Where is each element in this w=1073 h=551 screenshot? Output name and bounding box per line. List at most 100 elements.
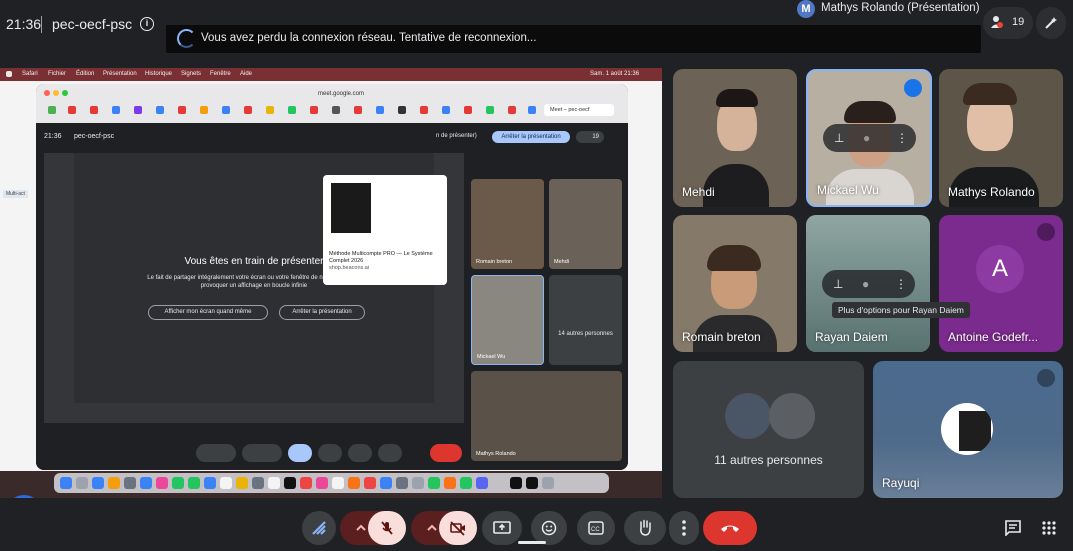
tab-favicon xyxy=(266,106,274,114)
participant-tile-rayuqi[interactable]: Rayuqi xyxy=(873,361,1063,498)
assistant-bot-icon xyxy=(6,495,42,498)
companion-icon xyxy=(312,521,326,535)
meeting-code: pec-oecf-psc xyxy=(52,16,133,32)
dock-app-icon xyxy=(252,477,264,489)
speaking-indicator-icon xyxy=(904,79,922,97)
chat-button[interactable] xyxy=(998,511,1028,545)
tab-favicon xyxy=(354,106,362,114)
tab-preview-title: Méthode Multicompte PRO — Le Système Com… xyxy=(329,251,433,264)
more-vert-icon[interactable]: ⋮ xyxy=(896,131,908,145)
host-controls-button[interactable] xyxy=(1036,7,1066,39)
dock-app-icon xyxy=(124,477,136,489)
camera-off-button[interactable] xyxy=(439,511,477,545)
dock-app-icon xyxy=(428,477,440,489)
menu-item: Safari xyxy=(22,71,38,77)
overlay-stop-presenting-button: Arrêter la présentation xyxy=(279,305,365,320)
divider xyxy=(41,16,42,33)
presenter-avatar: M xyxy=(797,0,815,18)
menu-item: Fenêtre xyxy=(210,71,231,77)
participant-tile-mehdi[interactable]: Mehdi xyxy=(673,69,797,207)
companion-button[interactable] xyxy=(302,511,336,545)
participant-tile-others[interactable]: 11 autres personnes xyxy=(673,361,864,498)
chevron-up-icon[interactable] xyxy=(427,523,437,533)
close-icon xyxy=(44,90,50,96)
more-vert-icon[interactable]: ⋮ xyxy=(895,277,907,291)
tab-favicon xyxy=(222,106,230,114)
tab-favicon xyxy=(310,106,318,114)
others-count: 11 autres personnes xyxy=(714,453,823,467)
mac-menubar: Safari Fichier Édition Présentation Hist… xyxy=(0,68,662,81)
tab-favicon xyxy=(178,106,186,114)
more-vert-icon xyxy=(682,520,686,536)
inner-meeting-code: pec-oecf-psc xyxy=(74,133,115,140)
dock-app-icon xyxy=(412,477,424,489)
tab-preview-site: shop.beacons.ai xyxy=(329,265,370,271)
dock-app-icon xyxy=(526,477,538,489)
raise-hand-button[interactable] xyxy=(624,511,666,545)
raise-hand-icon xyxy=(640,519,651,536)
participant-tile-mickael[interactable]: ⊥ ● ⋮ Mickael Wu xyxy=(806,69,932,207)
dock-app-icon xyxy=(444,477,456,489)
shared-screen: Safari Fichier Édition Présentation Hist… xyxy=(0,68,662,498)
tab-preview-card: Méthode Multicompte PRO — Le Système Com… xyxy=(323,175,447,285)
menu-item: Édition xyxy=(76,71,95,77)
participant-name: Romain breton xyxy=(682,330,761,344)
emoji-button[interactable] xyxy=(531,511,567,545)
inner-tile-mathys: Mathys Rolando xyxy=(471,371,622,461)
captions-button[interactable]: CC xyxy=(577,511,615,545)
background-tab: Multi-act xyxy=(3,190,28,198)
tile-hover-controls: ⊥ ● ⋮ xyxy=(822,270,915,298)
network-banner-text: Vous avez perdu la connexion réseau. Ten… xyxy=(201,32,537,44)
participant-name: Rayuqi xyxy=(882,476,920,490)
inner-mic-button xyxy=(196,444,236,462)
dock-app-icon xyxy=(268,477,280,489)
participant-tile-rayan[interactable]: ⊥ ● ⋮ Rayan Daiem xyxy=(806,215,930,352)
pin-icon[interactable]: ⊥ xyxy=(834,131,844,145)
tab-favicon xyxy=(134,106,142,114)
captions-icon: CC xyxy=(588,521,604,535)
people-button[interactable]: 19 xyxy=(983,7,1033,39)
dock-app-icon xyxy=(476,477,488,489)
mic-icon[interactable]: ● xyxy=(863,131,870,145)
menu-item: Signets xyxy=(181,71,202,77)
dock-app-icon xyxy=(364,477,376,489)
pin-icon[interactable]: ⊥ xyxy=(833,277,843,291)
info-icon[interactable]: i xyxy=(140,17,154,31)
present-icon xyxy=(493,521,511,534)
menu-item: Historique xyxy=(145,71,173,77)
tab-favicon xyxy=(48,106,56,114)
tab-favicon xyxy=(442,106,450,114)
dock-app-icon xyxy=(300,477,312,489)
mic-off-button[interactable] xyxy=(368,511,406,545)
inner-emoji-button xyxy=(318,444,342,462)
participant-name: Rayan Daiem xyxy=(815,330,888,344)
dock-app-icon xyxy=(188,477,200,489)
participant-tile-romain[interactable]: Romain breton xyxy=(673,215,797,352)
chevron-up-icon[interactable] xyxy=(356,523,366,533)
presenter-name: Mathys Rolando (Présentation) xyxy=(821,2,980,14)
dock-app-icon xyxy=(140,477,152,489)
camera-off-icon xyxy=(450,521,465,536)
mic-icon[interactable]: ● xyxy=(862,277,869,291)
clock: 21:36 xyxy=(6,16,42,32)
tab-favicon xyxy=(376,106,384,114)
show-screen-anyway-button: Afficher mon écran quand même xyxy=(148,305,268,320)
present-button[interactable] xyxy=(482,511,522,545)
menu-item: Fichier xyxy=(48,71,67,77)
people-icon xyxy=(991,16,1003,28)
end-call-button[interactable] xyxy=(703,511,757,545)
inner-tile-mickael: Mickael Wu xyxy=(471,275,544,365)
dock-trash-icon xyxy=(542,477,554,489)
participant-tile-antoine[interactable]: A Antoine Godefr... xyxy=(939,215,1063,352)
dock-app-icon xyxy=(396,477,408,489)
bottom-control-bar: CC xyxy=(0,505,1073,551)
more-options-button[interactable] xyxy=(669,511,699,545)
apple-icon xyxy=(6,71,12,77)
inner-people-count: 19 xyxy=(576,131,604,143)
dock-app-icon xyxy=(76,477,88,489)
participant-name: Mathys Rolando xyxy=(948,185,1035,199)
apps-button[interactable] xyxy=(1034,511,1064,545)
inner-controls-bar xyxy=(196,442,466,464)
tab-favicon xyxy=(464,106,472,114)
participant-tile-mathys[interactable]: Mathys Rolando xyxy=(939,69,1063,207)
